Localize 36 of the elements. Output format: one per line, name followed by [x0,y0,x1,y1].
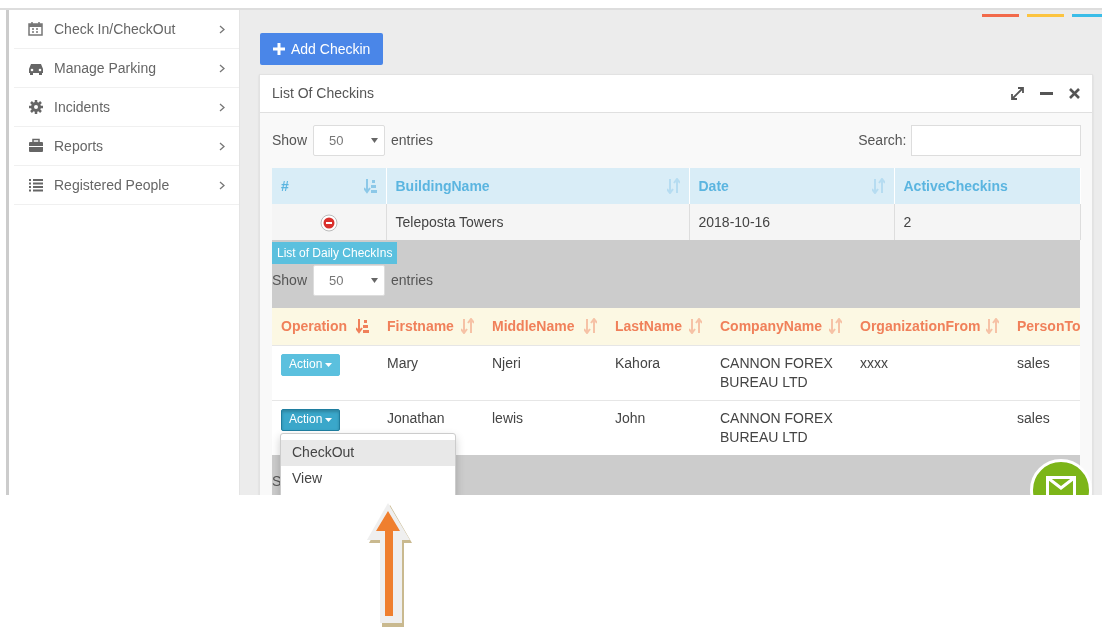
table-cell: CANNON FOREX BUREAU LTD [720,409,833,445]
show-label: Show [272,271,308,290]
table-cell: John [615,409,646,426]
entries-label: entries [391,131,434,150]
table-cell: Mary [387,354,419,371]
table-cell: sales [1017,354,1050,371]
table-cell: CANNON FOREX BUREAU LTD [720,354,833,390]
column-header[interactable]: BuildingName [395,175,490,197]
column-header[interactable]: Date [698,175,729,197]
entries-select[interactable]: 50 [313,265,386,296]
entries-label: entries [391,271,434,290]
table-cell: sales [1017,409,1050,426]
sidebar-item[interactable]: Incidents [14,88,239,127]
sidebar-item[interactable]: Registered People [14,166,239,205]
sidebar-item[interactable]: Manage Parking [14,49,239,88]
sidebar-item[interactable]: Reports [14,127,239,166]
add-checkin-button[interactable]: Add Checkin [260,33,384,65]
table-cell: Njeri [492,354,521,371]
search-label: Search: [858,131,907,150]
entries-select[interactable]: 50 [313,125,386,156]
action-button[interactable]: Action [281,408,341,431]
action-button[interactable]: Action [281,353,341,376]
table-cell: xxxx [860,354,888,371]
table-cell: Jonathan [387,409,445,426]
table-cell: 2018-10-16 [698,213,771,230]
menu-item[interactable]: View [281,465,455,492]
section-label: List of Daily CheckIns [272,242,398,264]
table-cell: lewis [492,409,524,426]
column-header[interactable]: # [281,175,289,197]
table-cell: Kahora [615,354,661,371]
table-cell: Teleposta Towers [395,213,504,230]
menu-item[interactable]: CheckOut [281,439,455,466]
sidebar-item[interactable]: Check In/CheckOut [14,10,239,49]
table-cell: 2 [903,213,912,230]
show-label: Show [272,131,308,150]
panel-title: List Of Checkins [272,84,375,103]
